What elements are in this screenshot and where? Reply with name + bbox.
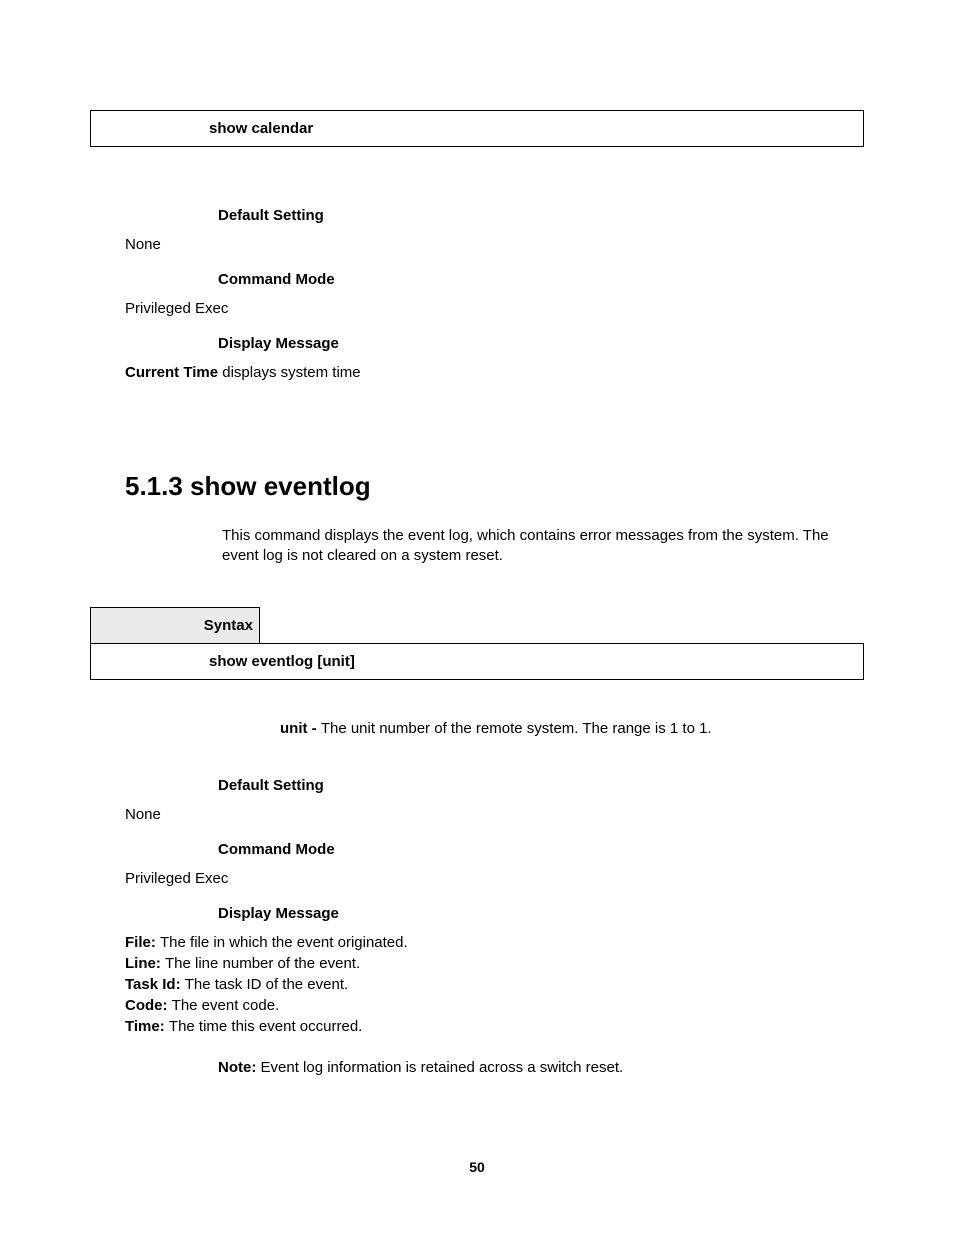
syntax-label: Syntax bbox=[90, 607, 260, 643]
display-message-bold: Current Time bbox=[125, 364, 218, 381]
display-line-rest: The file in which the event originated. bbox=[160, 934, 408, 951]
display-line-task: Task Id: The task ID of the event. bbox=[90, 976, 864, 993]
note-line: Note: Event log information is retained … bbox=[90, 1059, 864, 1076]
note-bold: Note: bbox=[218, 1059, 261, 1076]
display-line-bold: Code: bbox=[125, 997, 172, 1014]
display-message-heading: Display Message bbox=[90, 335, 864, 352]
command-mode-heading-2: Command Mode bbox=[90, 841, 864, 858]
command-mode-value-2: Privileged Exec bbox=[90, 870, 864, 887]
command-mode-heading: Command Mode bbox=[90, 271, 864, 288]
default-setting-value: None bbox=[90, 236, 864, 253]
display-line-bold: Time: bbox=[125, 1018, 169, 1035]
command-box-show-calendar: show calendar bbox=[90, 110, 864, 147]
display-line-rest: The time this event occurred. bbox=[169, 1018, 362, 1035]
display-line-bold: File: bbox=[125, 934, 160, 951]
display-message-heading-2: Display Message bbox=[90, 905, 864, 922]
page-number: 50 bbox=[0, 1159, 954, 1175]
display-line-file: File: The file in which the event origin… bbox=[90, 934, 864, 951]
section-description: This command displays the event log, whi… bbox=[90, 526, 864, 567]
command-text: show calendar bbox=[209, 120, 313, 137]
command-mode-value: Privileged Exec bbox=[90, 300, 864, 317]
note-rest: Event log information is retained across… bbox=[261, 1059, 624, 1076]
syntax-block: Syntax show eventlog [unit] bbox=[90, 607, 864, 680]
parameter-line: unit - The unit number of the remote sys… bbox=[90, 720, 864, 737]
display-line-code: Code: The event code. bbox=[90, 997, 864, 1014]
display-line-rest: The line number of the event. bbox=[165, 955, 360, 972]
display-message-rest: displays system time bbox=[218, 364, 361, 381]
default-setting-heading-2: Default Setting bbox=[90, 777, 864, 794]
display-line-bold: Task Id: bbox=[125, 976, 185, 993]
display-line-line: Line: The line number of the event. bbox=[90, 955, 864, 972]
display-line-time: Time: The time this event occurred. bbox=[90, 1018, 864, 1035]
section-title: 5.1.3 show eventlog bbox=[90, 471, 864, 502]
display-line-rest: The task ID of the event. bbox=[185, 976, 348, 993]
default-setting-value-2: None bbox=[90, 806, 864, 823]
default-setting-heading: Default Setting bbox=[90, 207, 864, 224]
document-page: show calendar Default Setting None Comma… bbox=[0, 0, 954, 1235]
param-rest: The unit number of the remote system. Th… bbox=[321, 720, 712, 737]
syntax-command: show eventlog [unit] bbox=[90, 643, 864, 680]
param-bold: unit - bbox=[280, 720, 321, 737]
display-message-line: Current Time displays system time bbox=[90, 364, 864, 381]
display-line-rest: The event code. bbox=[172, 997, 280, 1014]
display-line-bold: Line: bbox=[125, 955, 165, 972]
